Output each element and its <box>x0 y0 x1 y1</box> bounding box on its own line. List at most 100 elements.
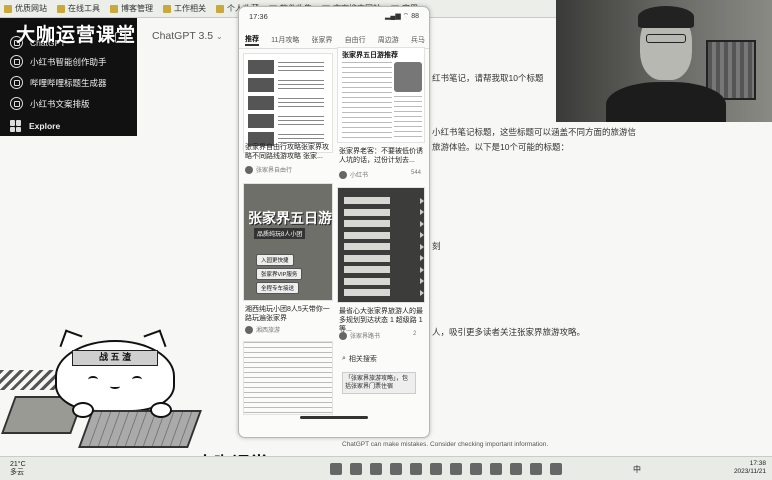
clock-date: 2023/11/21 <box>733 468 766 475</box>
folder-icon <box>4 4 12 13</box>
note-card[interactable]: 张家界五日游推荐 <box>337 47 425 143</box>
bookmark-item[interactable]: 博客管理 <box>110 3 153 14</box>
related-search-label: 相关搜索 <box>348 356 377 363</box>
sidebar-item-label: Explore <box>29 121 61 131</box>
folder-icon <box>163 4 171 13</box>
chevron-down-icon: ⌄ <box>216 32 223 41</box>
poster-title: 张家界五日游 <box>248 211 332 227</box>
taskbar-app-icon[interactable] <box>470 463 482 475</box>
chat-message-line: 人，吸引更多读者关注张家界旅游攻略。 <box>432 327 586 337</box>
note-title[interactable]: 张家界自由行攻略张家界攻略不同路线游攻略 张家... <box>245 143 333 161</box>
phone-home-bar[interactable] <box>300 416 368 419</box>
weather-desc: 多云 <box>10 469 24 476</box>
tab-item[interactable]: 周边游 <box>378 35 399 45</box>
tab-item[interactable]: 兵马 <box>411 35 425 45</box>
note-author: 湘西旅游 <box>245 325 280 334</box>
bookmark-label: 工作相关 <box>174 4 206 13</box>
recommend-box[interactable]: 「张家界旅游攻略」，包括张家界门票住宿 <box>342 372 416 394</box>
author-name: 小红书 <box>350 173 369 179</box>
note-title[interactable]: 湘西纯玩小团8人5天带你一路玩遍张家界 <box>245 305 333 323</box>
folder-icon <box>57 4 65 13</box>
taskbar-app-icon[interactable] <box>530 463 542 475</box>
list-row <box>344 288 424 297</box>
note-title[interactable]: 张家界老客：不要被低价诱人坑的话，过份计划去... <box>339 147 425 165</box>
clock[interactable]: 17:38 2023/11/21 <box>734 460 766 476</box>
taskbar-app-icon[interactable] <box>450 463 462 475</box>
list-row <box>344 196 424 205</box>
bookmark-item[interactable]: 工作相关 <box>163 3 206 14</box>
sidebar-item-xhs-layout[interactable]: 小红书文案排版 <box>10 97 90 110</box>
webcam-overlay <box>556 0 772 122</box>
note-title[interactable]: 最省心大张家界旅游人的最多规划到达状态 1 超级路 1 等... <box>339 307 425 334</box>
note-card[interactable] <box>243 341 333 415</box>
phone-status-icons: ▂▄▆ ⌔ 88 <box>385 13 419 20</box>
screen: 优质网站在线工具博客管理工作相关个人收藏软件收集文案搜索网站实用 ChatGPT… <box>0 0 772 480</box>
sidebar-item-label: 小红书文案排版 <box>30 98 90 109</box>
phone-time: 17:36 <box>249 12 268 21</box>
taskbar-app-icon[interactable] <box>410 463 422 475</box>
chat-message-line: 小红书笔记标题，这些标题可以涵盖不同方面的旅游信 <box>432 127 637 137</box>
list-row <box>344 219 424 228</box>
taskbar-app-icon[interactable] <box>370 463 382 475</box>
gpt-icon <box>10 55 23 68</box>
bookmark-label: 在线工具 <box>68 4 100 13</box>
tab-item[interactable]: 自由行 <box>345 35 366 45</box>
gpt-icon <box>10 97 23 110</box>
like-count: 544 <box>411 170 422 176</box>
list-row <box>344 254 424 263</box>
sidebar-item-explore[interactable]: Explore <box>10 120 60 132</box>
presenter-body <box>606 82 726 122</box>
list-row <box>344 242 424 251</box>
model-selector[interactable]: ChatGPT 3.5 ⌄ <box>152 30 223 42</box>
sidebar-item-bilibili-title[interactable]: 哔哩哔哩标题生成器 <box>10 76 107 89</box>
like-count: 2 <box>413 331 417 337</box>
list-row <box>344 265 424 274</box>
chat-message-line: 红书笔记，请帮我取10个标题 <box>432 73 544 83</box>
chat-message-line: 旅游体验。以下是10个可能的标题： <box>432 142 569 152</box>
windows-start-icon[interactable] <box>330 463 342 475</box>
taskbar-app-icon[interactable] <box>430 463 442 475</box>
tab-item[interactable]: 推荐 <box>245 34 260 46</box>
note-card[interactable]: 张家界五日游 品质纯玩8人小团 入园更快捷 张家界VIP服务 全程专车接送 <box>243 183 333 301</box>
poster-subtitle: 品质纯玩8人小团 <box>254 228 306 239</box>
bookmark-label: 博客管理 <box>121 4 153 13</box>
taskbar-app-icon[interactable] <box>390 463 402 475</box>
gpt-icon <box>10 76 23 89</box>
note-card[interactable] <box>337 187 425 303</box>
bookmark-item[interactable]: 优质网站 <box>4 3 47 14</box>
bookmark-item[interactable]: 在线工具 <box>57 3 100 14</box>
weather-widget[interactable]: 21°C 多云 <box>10 461 26 477</box>
doc-title: 张家界五日游推荐 <box>342 52 398 59</box>
tab-item[interactable]: 张家界 <box>312 35 333 45</box>
mascot-illustration: 战 五 渣 <box>0 329 230 450</box>
avatar <box>245 325 253 334</box>
note-card[interactable] <box>243 53 333 153</box>
taskbar: 21°C 多云 中 17:38 2023/11/21 <box>0 456 772 480</box>
bookmark-label: 优质网站 <box>15 4 47 13</box>
author-name: 张家界路书 <box>350 334 381 340</box>
search-icon: ⌕ <box>342 355 346 362</box>
note-author: 小红书 <box>339 170 368 179</box>
taskbar-app-icon[interactable] <box>510 463 522 475</box>
avatar <box>245 165 253 174</box>
list-row <box>344 231 424 240</box>
keyboard <box>78 410 202 448</box>
ime-indicator[interactable]: 中 <box>633 464 641 475</box>
disclaimer: ChatGPT can make mistakes. Consider chec… <box>342 441 549 448</box>
related-search-button[interactable]: ⌕ 相关搜索 <box>342 354 377 364</box>
weather-temp: 21°C <box>10 461 26 468</box>
edit-icon[interactable] <box>115 32 126 43</box>
taskbar-app-icon[interactable] <box>350 463 362 475</box>
taskbar-app-icon[interactable] <box>550 463 562 475</box>
tab-item[interactable]: 11月攻略 <box>271 35 299 45</box>
taskbar-app-icon[interactable] <box>490 463 502 475</box>
poster-pill: 入园更快捷 <box>256 254 294 266</box>
author-name: 张家界自由行 <box>256 168 293 174</box>
sidebar-item-label: 哔哩哔哩标题生成器 <box>30 77 107 88</box>
sidebar-item-label: 小红书智能创作助手 <box>30 56 107 67</box>
note-author: 张家界路书 <box>339 331 380 340</box>
sidebar-item-xhs-assistant[interactable]: 小红书智能创作助手 <box>10 55 107 68</box>
folder-icon <box>110 4 118 13</box>
folder-icon <box>216 4 224 13</box>
note-author: 张家界自由行 <box>245 165 292 174</box>
